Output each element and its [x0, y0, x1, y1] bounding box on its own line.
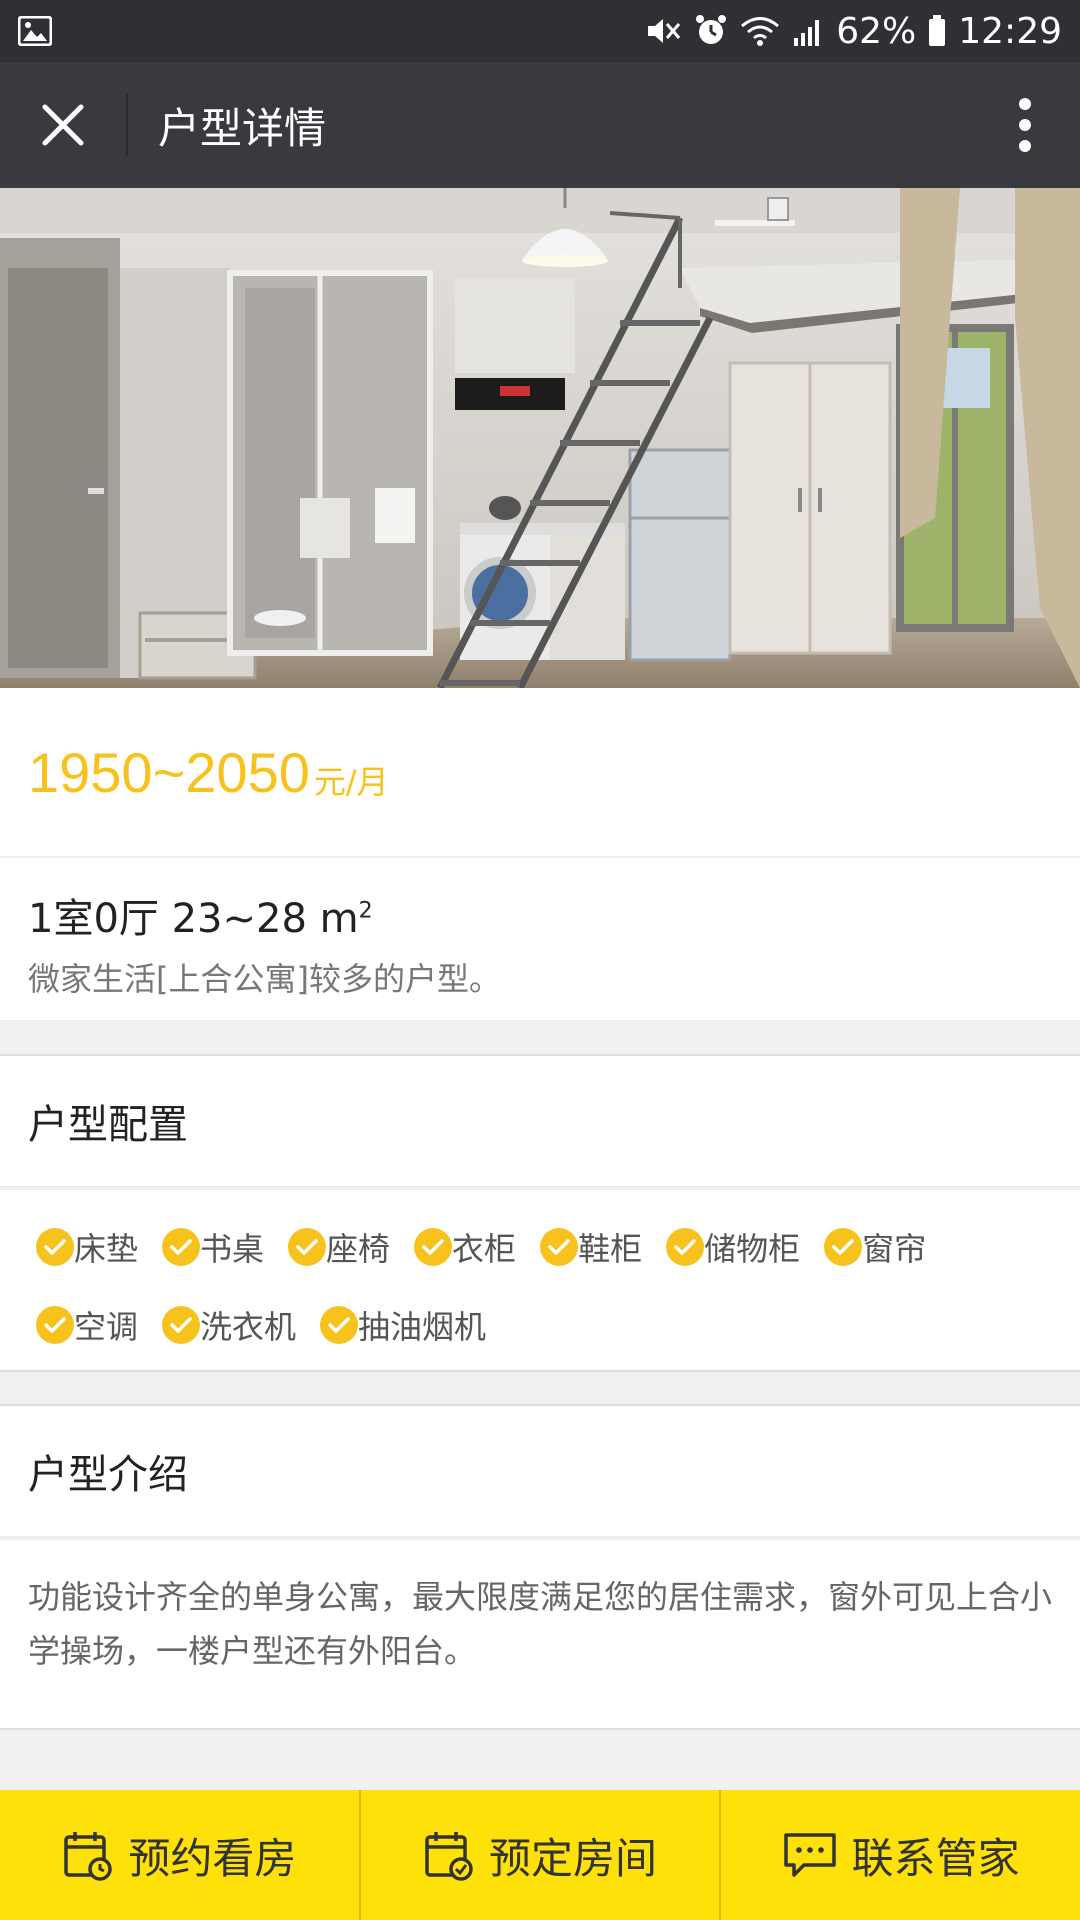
bottom-action-bar: 预约看房 预定房间 联系管家 [0, 1790, 1080, 1920]
room-photo[interactable] [0, 188, 1080, 688]
amenity-item: 衣柜 [414, 1224, 516, 1270]
amenities-row: 空调 洗衣机 抽油烟机 [36, 1286, 1052, 1364]
price-section: 1950~2050 元/月 [0, 688, 1080, 856]
reserve-room-button[interactable]: 预定房间 [361, 1790, 722, 1920]
intro-section-title: 户型介绍 [0, 1404, 1080, 1538]
title-bar: 户型详情 [0, 62, 1080, 188]
page-title: 户型详情 [158, 103, 327, 153]
amenity-item: 座椅 [288, 1224, 390, 1270]
amenity-label: 床垫 [74, 1230, 139, 1268]
amenity-item: 窗帘 [824, 1224, 926, 1270]
amenity-label: 窗帘 [862, 1230, 927, 1268]
battery-icon [928, 15, 946, 47]
area-unit-superscript: 2 [358, 898, 373, 924]
price-range: 1950~2050 [28, 740, 310, 804]
contact-manager-label: 联系管家 [851, 1833, 1020, 1883]
check-icon [320, 1306, 359, 1344]
amenity-label: 抽油烟机 [358, 1308, 487, 1346]
amenity-item: 书桌 [162, 1224, 264, 1270]
layout-area: 1室0厅 23~28 m [28, 896, 359, 942]
check-icon [288, 1228, 327, 1266]
more-menu-button[interactable] [970, 62, 1080, 188]
amenity-item: 鞋柜 [540, 1224, 642, 1270]
amenity-item: 洗衣机 [162, 1302, 296, 1348]
intro-text: 功能设计齐全的单身公寓，最大限度满足您的居住需求，窗外可见上合小学操场，一楼户型… [0, 1540, 1080, 1730]
amenity-label: 鞋柜 [578, 1230, 643, 1268]
alarm-icon [694, 14, 728, 48]
check-icon [36, 1228, 74, 1266]
book-viewing-button[interactable]: 预约看房 [0, 1790, 361, 1920]
battery-percent: 62% [836, 10, 917, 52]
price-unit: 元/月 [313, 763, 389, 801]
more-vertical-icon [1019, 98, 1031, 152]
check-icon [162, 1228, 201, 1266]
amenity-label: 洗衣机 [200, 1308, 297, 1346]
book-viewing-label: 预约看房 [128, 1833, 297, 1883]
layout-info: 1室0厅 23~28 m2 [28, 886, 1052, 944]
config-section-title: 户型配置 [0, 1054, 1080, 1188]
clock: 12:29 [958, 10, 1062, 52]
amenities-row: 床垫 书桌 座椅 衣柜 鞋柜 储物柜 窗帘 [36, 1208, 1052, 1286]
status-bar: 62% 12:29 [0, 0, 1080, 62]
calendar-check-icon [425, 1832, 473, 1881]
check-icon [36, 1306, 74, 1344]
amenity-item: 床垫 [36, 1224, 138, 1270]
title-divider [126, 94, 128, 156]
amenity-item: 抽油烟机 [320, 1302, 486, 1348]
amenity-item: 储物柜 [666, 1224, 800, 1270]
amenity-label: 座椅 [326, 1230, 391, 1268]
signal-icon [792, 16, 824, 46]
reserve-room-label: 预定房间 [489, 1833, 658, 1883]
layout-note: 微家生活[上合公寓]较多的户型。 [28, 960, 501, 998]
contact-manager-button[interactable]: 联系管家 [721, 1790, 1080, 1920]
check-icon [824, 1228, 863, 1266]
check-icon [162, 1306, 201, 1344]
amenities-list: 床垫 书桌 座椅 衣柜 鞋柜 储物柜 窗帘 空调 洗衣机 抽油烟机 [0, 1190, 1080, 1372]
amenity-item: 空调 [36, 1302, 138, 1348]
mute-icon [646, 15, 682, 47]
close-button[interactable] [0, 62, 126, 188]
chat-bubble-icon [783, 1833, 836, 1877]
wifi-icon [740, 15, 780, 47]
gallery-notification-icon [18, 16, 52, 46]
amenity-label: 书桌 [200, 1230, 265, 1268]
calendar-clock-icon [64, 1832, 113, 1881]
check-icon [414, 1228, 453, 1266]
amenity-label: 储物柜 [704, 1230, 801, 1268]
close-icon [42, 104, 84, 146]
check-icon [540, 1228, 579, 1266]
check-icon [666, 1228, 705, 1266]
layout-summary: 1室0厅 23~28 m2 微家生活[上合公寓]较多的户型。 [0, 858, 1080, 1020]
amenity-label: 衣柜 [452, 1230, 517, 1268]
amenity-label: 空调 [74, 1308, 139, 1346]
